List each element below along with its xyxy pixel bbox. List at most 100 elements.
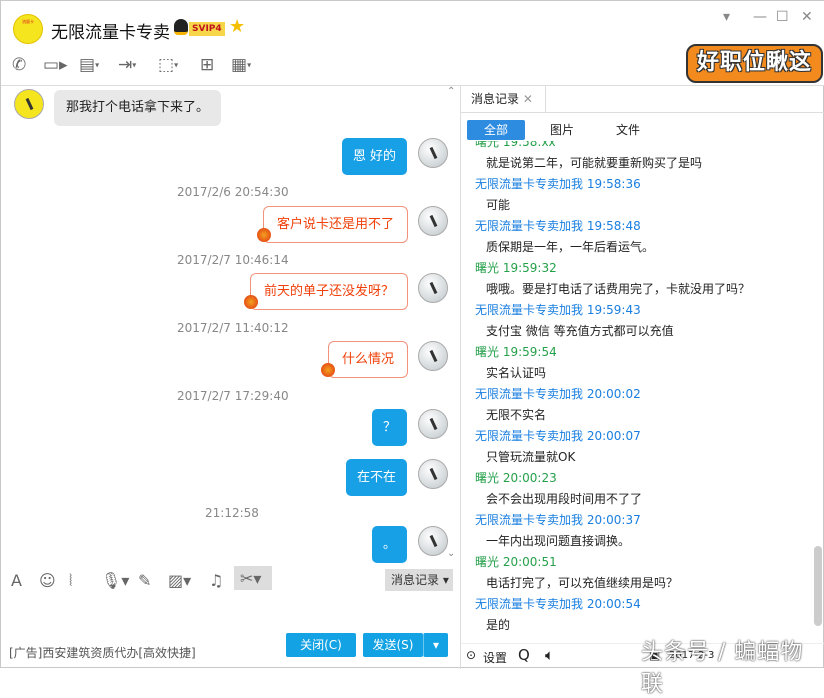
- contact-avatar-small[interactable]: [14, 89, 44, 119]
- title-bar: 流量卡 无限流量卡专卖 SVIP4 ★ ▾ — ☐ ✕ ✆ ▭▸ ▤▾ ⇥▾ ⬚…: [1, 1, 824, 86]
- history-message-text: 就是说第二年，可能就要重新购买了是吗: [486, 154, 702, 171]
- qq-penguin-icon: [174, 19, 188, 35]
- remote-desktop-icon[interactable]: ⬚▾: [158, 55, 178, 75]
- watermark: 头条号 / 蝙蝠物联: [641, 634, 823, 698]
- history-sender-line: 无限流量卡专卖加我 19:58:48: [475, 217, 641, 234]
- bubble-decoration-icon: [321, 363, 335, 377]
- settings-icon[interactable]: ⊙: [466, 648, 476, 662]
- message-history-button[interactable]: 消息记录 ▾: [385, 569, 453, 591]
- phone-icon[interactable]: ✆: [12, 55, 26, 75]
- voice-icon[interactable]: 🎙︎▾: [101, 571, 129, 590]
- emoji-icon[interactable]: ☺: [39, 571, 56, 590]
- scroll-up-icon[interactable]: ⌃: [447, 86, 455, 97]
- close-tab-icon[interactable]: ✕: [523, 92, 533, 106]
- contact-name[interactable]: 无限流量卡专卖: [51, 18, 170, 43]
- timestamp: 2017/2/7 17:29:40: [177, 389, 289, 403]
- doodle-icon[interactable]: ✎: [138, 571, 151, 590]
- history-message-text: 只管玩流量就OK: [486, 448, 575, 465]
- outgoing-message: 客户说卡还是用不了: [263, 206, 408, 243]
- outgoing-message: ？: [372, 409, 407, 446]
- scrollbar-thumb[interactable]: [814, 546, 822, 626]
- outgoing-message: 前天的单子还没发呀？: [250, 273, 408, 310]
- history-message-text: 会不会出现用段时间用不了了: [486, 490, 642, 507]
- timestamp: 21:12:58: [205, 506, 259, 520]
- history-sender-line: 曙光 19:59:32: [475, 259, 557, 276]
- history-message-text: 实名认证吗: [486, 364, 546, 381]
- my-avatar[interactable]: [418, 206, 448, 236]
- history-sender-line: 无限流量卡专卖加我 20:00:37: [475, 511, 641, 528]
- tab-label: 消息记录: [471, 92, 519, 106]
- send-button[interactable]: 发送(S): [363, 633, 423, 657]
- ad-link[interactable]: [广告]西安建筑资质代办[高效快捷]: [9, 644, 196, 661]
- contact-avatar[interactable]: 流量卡: [13, 14, 43, 44]
- close-button[interactable]: 关闭(C): [286, 633, 356, 657]
- timestamp: 2017/2/7 10:46:14: [177, 253, 289, 267]
- my-avatar[interactable]: [418, 341, 448, 371]
- scrollbar[interactable]: [812, 141, 824, 646]
- outgoing-message: 什么情况: [328, 341, 408, 378]
- history-sender-line: 无限流量卡专卖加我 19:58:36: [475, 175, 641, 192]
- my-avatar[interactable]: [418, 459, 448, 489]
- history-message-text: 一年内出现问题直接调换。: [486, 532, 630, 549]
- avatar-text: 流量卡: [22, 19, 34, 24]
- font-icon[interactable]: A: [11, 571, 22, 590]
- image-icon[interactable]: ▨▾: [168, 571, 191, 590]
- bubble-decoration-icon: [257, 228, 271, 242]
- history-sender-line: 曙光 19:59:54: [475, 343, 557, 360]
- new-discussion-icon[interactable]: ⊞: [200, 55, 214, 75]
- tab-message-history[interactable]: 消息记录 ✕: [461, 86, 546, 113]
- dropdown-icon[interactable]: ▾: [723, 9, 730, 25]
- settings-label[interactable]: 设置: [483, 649, 507, 666]
- message-input[interactable]: [1, 596, 460, 633]
- timestamp: 2017/2/6 20:54:30: [177, 185, 289, 199]
- history-message-text: 电话打完了，可以充值继续用是吗？: [486, 574, 678, 591]
- timestamp: 2017/2/7 11:40:12: [177, 321, 289, 335]
- history-message-text: 哦哦。要是打电话了话费用完了，卡就没用了吗？: [486, 280, 750, 297]
- speaker-icon[interactable]: 🔈︎: [545, 646, 554, 664]
- close-window-button[interactable]: ✕: [801, 9, 813, 25]
- svip-badge[interactable]: SVIP4: [189, 22, 225, 36]
- conversation-pane: 那我打个电话拿下来了。 恩 好的 2017/2/6 20:54:30 客户说卡还…: [1, 86, 461, 669]
- history-sender-line: 无限流量卡专卖加我 20:00:02: [475, 385, 641, 402]
- share-screen-icon[interactable]: ▤▾: [79, 55, 99, 75]
- star-icon[interactable]: ★: [229, 16, 245, 37]
- my-avatar[interactable]: [418, 526, 448, 556]
- screenshot-scissors-icon[interactable]: ✂▾: [234, 566, 272, 590]
- outgoing-message: 。: [372, 526, 407, 563]
- maximize-button[interactable]: ☐: [776, 9, 789, 25]
- history-sender-line: 无限流量卡专卖加我 19:59:43: [475, 301, 641, 318]
- history-sender-line: 无限流量卡专卖加我 20:00:07: [475, 427, 641, 444]
- transfer-file-icon[interactable]: ⇥▾: [118, 55, 136, 75]
- gif-icon[interactable]: ⦚: [69, 571, 72, 591]
- my-avatar[interactable]: [418, 409, 448, 439]
- filter-all[interactable]: 全部: [467, 120, 525, 140]
- input-toolbar: A ☺ ⦚ 🎙︎▾ ✎ ▨▾ ♫ ✂▾ 消息记录 ▾: [1, 564, 460, 596]
- history-message-text: 可能: [486, 196, 510, 213]
- bubble-decoration-icon: [244, 295, 258, 309]
- minimize-button[interactable]: —: [753, 9, 767, 25]
- incoming-message: 那我打个电话拿下来了。: [54, 90, 221, 126]
- message-area: 那我打个电话拿下来了。 恩 好的 2017/2/6 20:54:30 客户说卡还…: [1, 86, 460, 564]
- filter-images[interactable]: 图片: [533, 120, 591, 140]
- my-avatar[interactable]: [418, 138, 448, 168]
- ad-banner[interactable]: 好职位瞅这: [686, 44, 823, 83]
- chat-window: 流量卡 无限流量卡专卖 SVIP4 ★ ▾ — ☐ ✕ ✆ ▭▸ ▤▾ ⇥▾ ⬚…: [0, 0, 824, 668]
- history-message-text: 质保期是一年，一年后看运气。: [486, 238, 654, 255]
- my-avatar[interactable]: [418, 273, 448, 303]
- music-icon[interactable]: ♫: [209, 571, 223, 590]
- history-sender-line: 曙光 20:00:23: [475, 469, 557, 486]
- search-icon[interactable]: Q: [518, 646, 530, 664]
- send-options-dropdown[interactable]: ▾: [423, 633, 448, 657]
- history-message-text: 支付宝 微信 等充值方式都可以充值: [486, 322, 674, 339]
- apps-grid-icon[interactable]: ▦▾: [231, 55, 251, 75]
- history-message-text: 无限不实名: [486, 406, 546, 423]
- filter-files[interactable]: 文件: [599, 120, 657, 140]
- outgoing-message: 恩 好的: [342, 138, 407, 175]
- history-log: 曙光 19:58:xx就是说第二年，可能就要重新购买了是吗无限流量卡专卖加我 1…: [461, 141, 811, 641]
- divider: [461, 112, 824, 113]
- video-call-icon[interactable]: ▭▸: [43, 55, 68, 75]
- history-sender-line: 曙光 20:00:51: [475, 553, 557, 570]
- history-message-text: 是的: [486, 616, 510, 633]
- outgoing-message: 在不在: [346, 459, 407, 496]
- scroll-down-icon[interactable]: ⌄: [447, 548, 455, 559]
